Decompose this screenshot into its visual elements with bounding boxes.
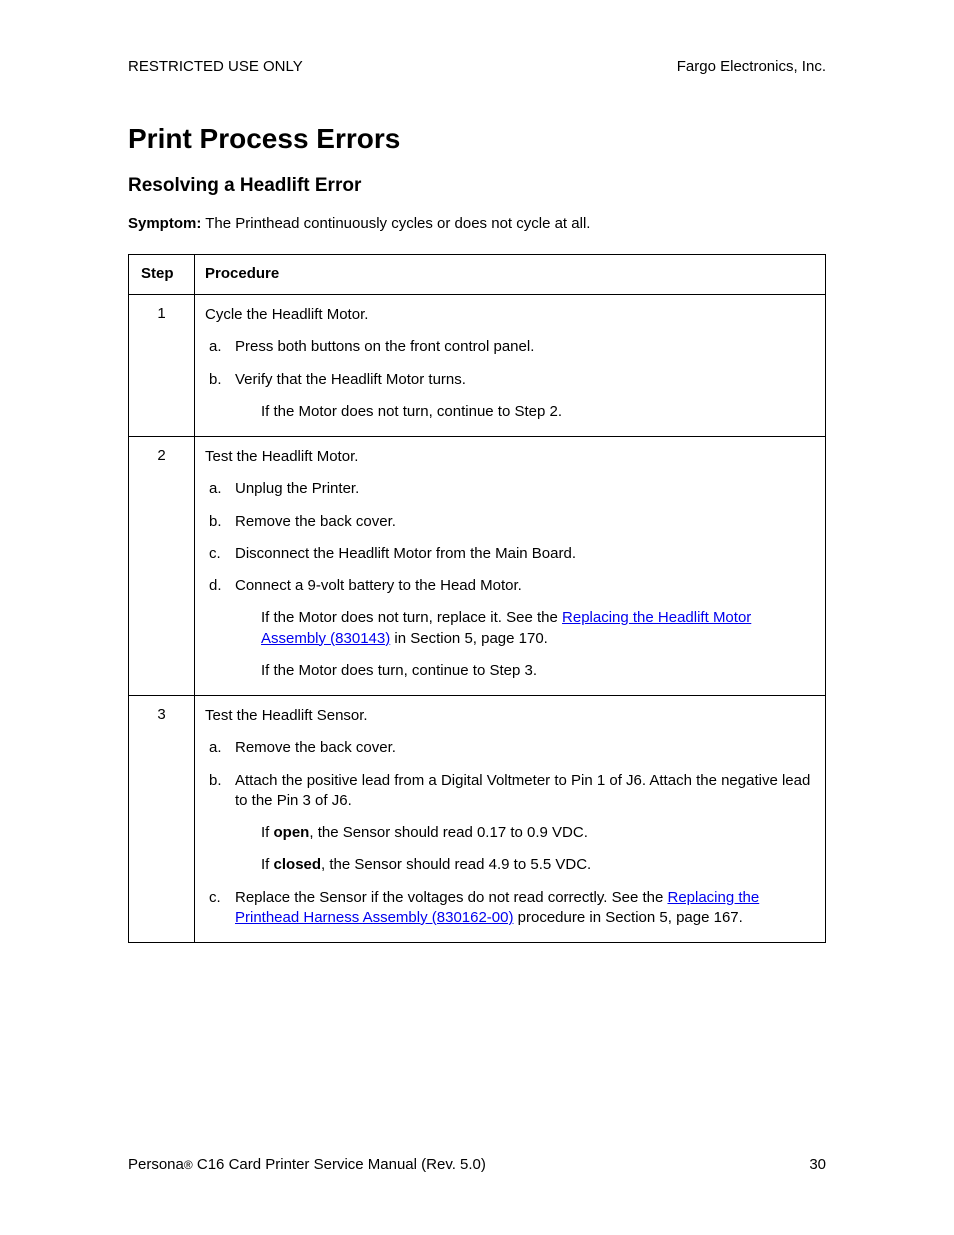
note-pre: If the Motor does not turn, replace it. … bbox=[261, 609, 562, 626]
procedure-cell: Test the Headlift Motor. a. Unplug the P… bbox=[195, 437, 826, 696]
step-number: 3 bbox=[129, 696, 195, 943]
table-row: 1 Cycle the Headlift Motor. a. Press bot… bbox=[129, 295, 826, 437]
table-row: 2 Test the Headlift Motor. a. Unplug the… bbox=[129, 437, 826, 696]
item-letter: b. bbox=[209, 771, 235, 812]
col-step: Step bbox=[129, 255, 195, 295]
lead-text: Cycle the Headlift Motor. bbox=[205, 305, 815, 325]
note-text: If the Motor does not turn, replace it. … bbox=[261, 608, 815, 649]
item-letter: c. bbox=[209, 888, 235, 929]
item-post: procedure in Section 5, page 167. bbox=[513, 909, 742, 926]
procedure-cell: Test the Headlift Sensor. a. Remove the … bbox=[195, 696, 826, 943]
col-procedure: Procedure bbox=[195, 255, 826, 295]
symptom-line: Symptom: The Printhead continuously cycl… bbox=[128, 215, 826, 232]
item-text: Remove the back cover. bbox=[235, 512, 815, 532]
item-text: Connect a 9-volt battery to the Head Mot… bbox=[235, 576, 815, 596]
list-item: b. Remove the back cover. bbox=[209, 512, 815, 532]
section-title: Resolving a Headlift Error bbox=[128, 175, 826, 197]
note-post: , the Sensor should read 0.17 to 0.9 VDC… bbox=[309, 824, 588, 841]
procedure-cell: Cycle the Headlift Motor. a. Press both … bbox=[195, 295, 826, 437]
note-bold: closed bbox=[274, 856, 322, 873]
page-number: 30 bbox=[809, 1156, 826, 1173]
item-text: Attach the positive lead from a Digital … bbox=[235, 771, 815, 812]
note-pre: If bbox=[261, 824, 274, 841]
page-content: RESTRICTED USE ONLY Fargo Electronics, I… bbox=[0, 0, 954, 943]
list-item: a. Unplug the Printer. bbox=[209, 479, 815, 499]
note-pre: If bbox=[261, 856, 274, 873]
item-pre: Replace the Sensor if the voltages do no… bbox=[235, 889, 667, 906]
item-text: Disconnect the Headlift Motor from the M… bbox=[235, 544, 815, 564]
note-text: If the Motor does not turn, continue to … bbox=[261, 402, 815, 422]
header-left: RESTRICTED USE ONLY bbox=[128, 58, 303, 75]
list-item: d. Connect a 9-volt battery to the Head … bbox=[209, 576, 815, 596]
note-bold: open bbox=[274, 824, 310, 841]
item-text: Press both buttons on the front control … bbox=[235, 337, 815, 357]
list-item: b. Attach the positive lead from a Digit… bbox=[209, 771, 815, 812]
item-letter: b. bbox=[209, 512, 235, 532]
header-right: Fargo Electronics, Inc. bbox=[677, 58, 826, 75]
table-row: 3 Test the Headlift Sensor. a. Remove th… bbox=[129, 696, 826, 943]
symptom-text: The Printhead continuously cycles or doe… bbox=[201, 215, 590, 232]
list-item: a. Press both buttons on the front contr… bbox=[209, 337, 815, 357]
note-text: If closed, the Sensor should read 4.9 to… bbox=[261, 855, 815, 875]
item-text: Remove the back cover. bbox=[235, 738, 815, 758]
item-letter: b. bbox=[209, 370, 235, 390]
item-text: Verify that the Headlift Motor turns. bbox=[235, 370, 815, 390]
footer-product-pre: Persona bbox=[128, 1156, 184, 1173]
item-letter: a. bbox=[209, 738, 235, 758]
step-number: 1 bbox=[129, 295, 195, 437]
item-letter: a. bbox=[209, 337, 235, 357]
lead-text: Test the Headlift Sensor. bbox=[205, 706, 815, 726]
item-letter: a. bbox=[209, 479, 235, 499]
item-letter: c. bbox=[209, 544, 235, 564]
list-item: a. Remove the back cover. bbox=[209, 738, 815, 758]
item-text: Replace the Sensor if the voltages do no… bbox=[235, 888, 815, 929]
page-title: Print Process Errors bbox=[128, 123, 826, 155]
footer-product-post: C16 Card Printer Service Manual (Rev. 5.… bbox=[193, 1156, 486, 1173]
list-item: c. Disconnect the Headlift Motor from th… bbox=[209, 544, 815, 564]
lead-text: Test the Headlift Motor. bbox=[205, 447, 815, 467]
note-post: in Section 5, page 170. bbox=[390, 630, 548, 647]
footer-left: Persona® C16 Card Printer Service Manual… bbox=[128, 1156, 486, 1173]
symptom-label: Symptom: bbox=[128, 215, 201, 232]
list-item: c. Replace the Sensor if the voltages do… bbox=[209, 888, 815, 929]
item-text: Unplug the Printer. bbox=[235, 479, 815, 499]
step-number: 2 bbox=[129, 437, 195, 696]
list-item: b. Verify that the Headlift Motor turns. bbox=[209, 370, 815, 390]
note-text: If the Motor does turn, continue to Step… bbox=[261, 661, 815, 681]
page-footer: Persona® C16 Card Printer Service Manual… bbox=[128, 1156, 826, 1173]
item-letter: d. bbox=[209, 576, 235, 596]
note-post: , the Sensor should read 4.9 to 5.5 VDC. bbox=[321, 856, 591, 873]
note-text: If open, the Sensor should read 0.17 to … bbox=[261, 823, 815, 843]
page-header: RESTRICTED USE ONLY Fargo Electronics, I… bbox=[128, 58, 826, 75]
registered-icon: ® bbox=[184, 1158, 193, 1172]
procedure-table: Step Procedure 1 Cycle the Headlift Moto… bbox=[128, 254, 826, 943]
